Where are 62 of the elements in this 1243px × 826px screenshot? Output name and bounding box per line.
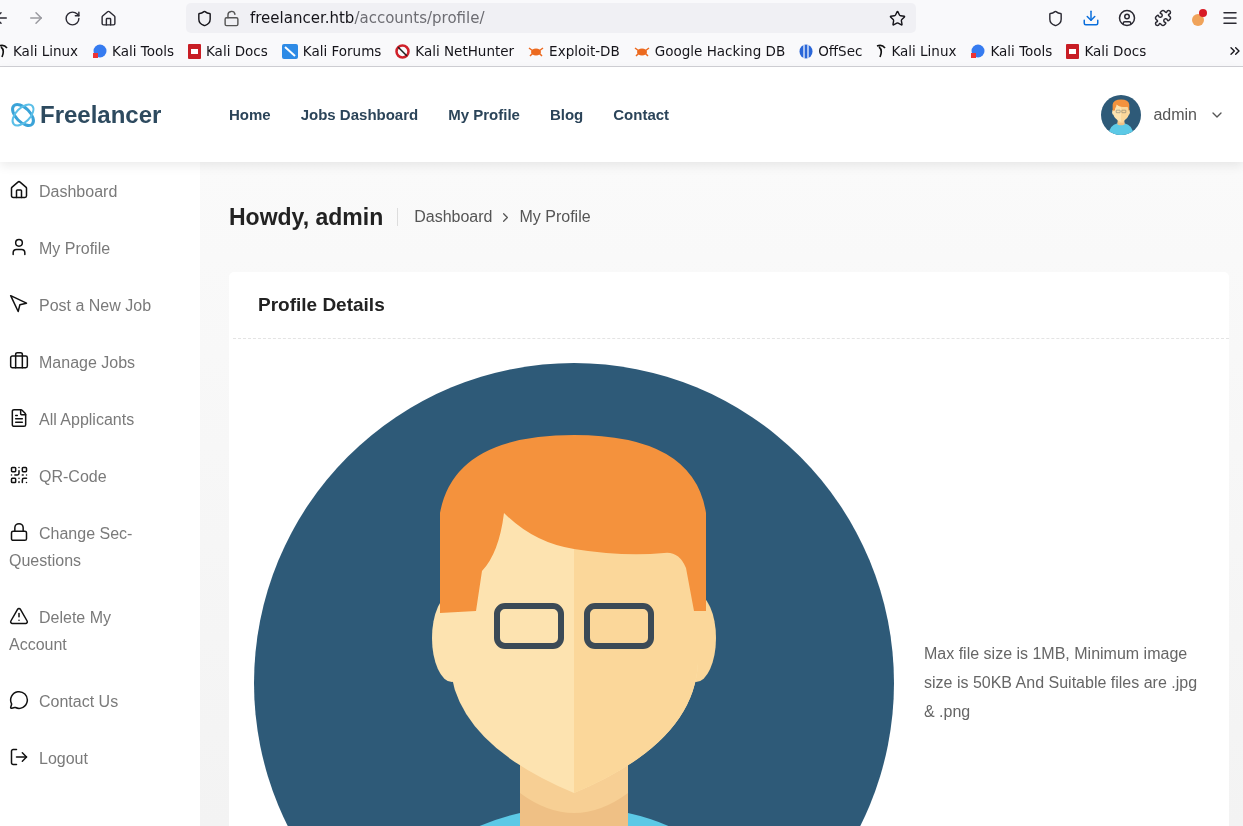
paper-plane-icon	[9, 294, 29, 314]
nav-link[interactable]: Blog	[549, 106, 584, 123]
bookmark-link[interactable]: Kali Tools	[112, 43, 174, 59]
logo-text: Freelancer	[40, 100, 162, 129]
download-icon[interactable]	[1082, 9, 1100, 27]
puzzle-icon[interactable]	[1154, 9, 1172, 27]
bookmark-link[interactable]: Kali Docs	[206, 43, 268, 59]
sidebar-item[interactable]: All Applicants	[0, 406, 200, 433]
logout-icon	[9, 747, 29, 767]
nav-link[interactable]: Jobs Dashboard	[300, 106, 419, 123]
bookmark-link[interactable]: Kali Forums	[302, 43, 382, 59]
shield-icon	[196, 9, 213, 27]
crossed-lock-icon	[223, 9, 240, 27]
briefcase-icon	[9, 351, 29, 371]
bookmark-link[interactable]: Google Hacking DB	[654, 43, 786, 59]
url-text: freelancer.htb/accounts/profile/	[250, 9, 486, 27]
sidebar-item[interactable]: Post a New Job	[0, 292, 200, 319]
home-icon[interactable]	[99, 9, 117, 27]
sidebar-item[interactable]: Dashboard	[0, 178, 200, 205]
book-icon	[1066, 43, 1080, 59]
sidebar-item[interactable]: Logout	[0, 745, 200, 772]
card-title: Profile Details	[257, 293, 386, 317]
breadcrumb-item: My Profile	[519, 208, 591, 226]
address-bar[interactable]: freelancer.htb/accounts/profile/	[186, 3, 916, 33]
bug-icon	[528, 45, 545, 57]
bookmark-link[interactable]: Kali Linux	[891, 43, 957, 59]
bug-icon	[633, 45, 650, 57]
nav-link[interactable]: Contact	[613, 106, 670, 123]
sidebar-item[interactable]: QR-Code	[0, 463, 200, 490]
bookmark-link[interactable]: Kali NetHunter	[415, 43, 515, 59]
forward-icon[interactable]	[27, 9, 45, 27]
breadcrumb-item[interactable]: Dashboard	[414, 208, 493, 226]
bookmark-link[interactable]: OffSec	[818, 43, 863, 59]
sidebar-item[interactable]: Delete My Account	[0, 604, 200, 658]
sidebar-item[interactable]: My Profile	[0, 235, 200, 262]
user-name[interactable]: admin	[1153, 105, 1197, 124]
striped-circle-icon	[799, 43, 814, 59]
extension-icon[interactable]	[1189, 8, 1209, 28]
chat-bubble-icon	[9, 690, 29, 710]
bookmark-link[interactable]: Kali Linux	[13, 43, 79, 59]
nav-link[interactable]: My Profile	[448, 106, 520, 123]
user-icon	[9, 237, 29, 257]
sidebar-item[interactable]: Contact Us	[0, 688, 200, 715]
document-icon	[9, 408, 29, 428]
bookmark-link[interactable]: Exploit-DB	[549, 43, 620, 59]
lock-icon	[9, 522, 29, 542]
bookmark-link[interactable]: Kali Docs	[1084, 43, 1147, 59]
avatar-drawing	[1101, 94, 1142, 135]
qr-code-icon	[9, 465, 29, 485]
book-icon	[188, 43, 201, 59]
warning-icon	[9, 606, 29, 626]
menu-icon[interactable]	[1221, 9, 1239, 27]
home-icon	[9, 180, 29, 200]
bookmark-link[interactable]: Kali Tools	[990, 43, 1053, 59]
nav-link[interactable]: Home	[229, 106, 271, 123]
star-icon[interactable]	[889, 9, 906, 27]
sidebar-item[interactable]: Change Sec-Questions	[0, 520, 200, 574]
upload-hint: Max file size is 1MB, Minimum image size is 50KB And Suitable files are .jpg & .png	[924, 644, 1199, 722]
account-icon[interactable]	[1118, 9, 1136, 27]
reload-icon[interactable]	[63, 9, 81, 27]
sidebar-item[interactable]: Manage Jobs	[0, 349, 200, 376]
ring-icon	[395, 43, 411, 59]
